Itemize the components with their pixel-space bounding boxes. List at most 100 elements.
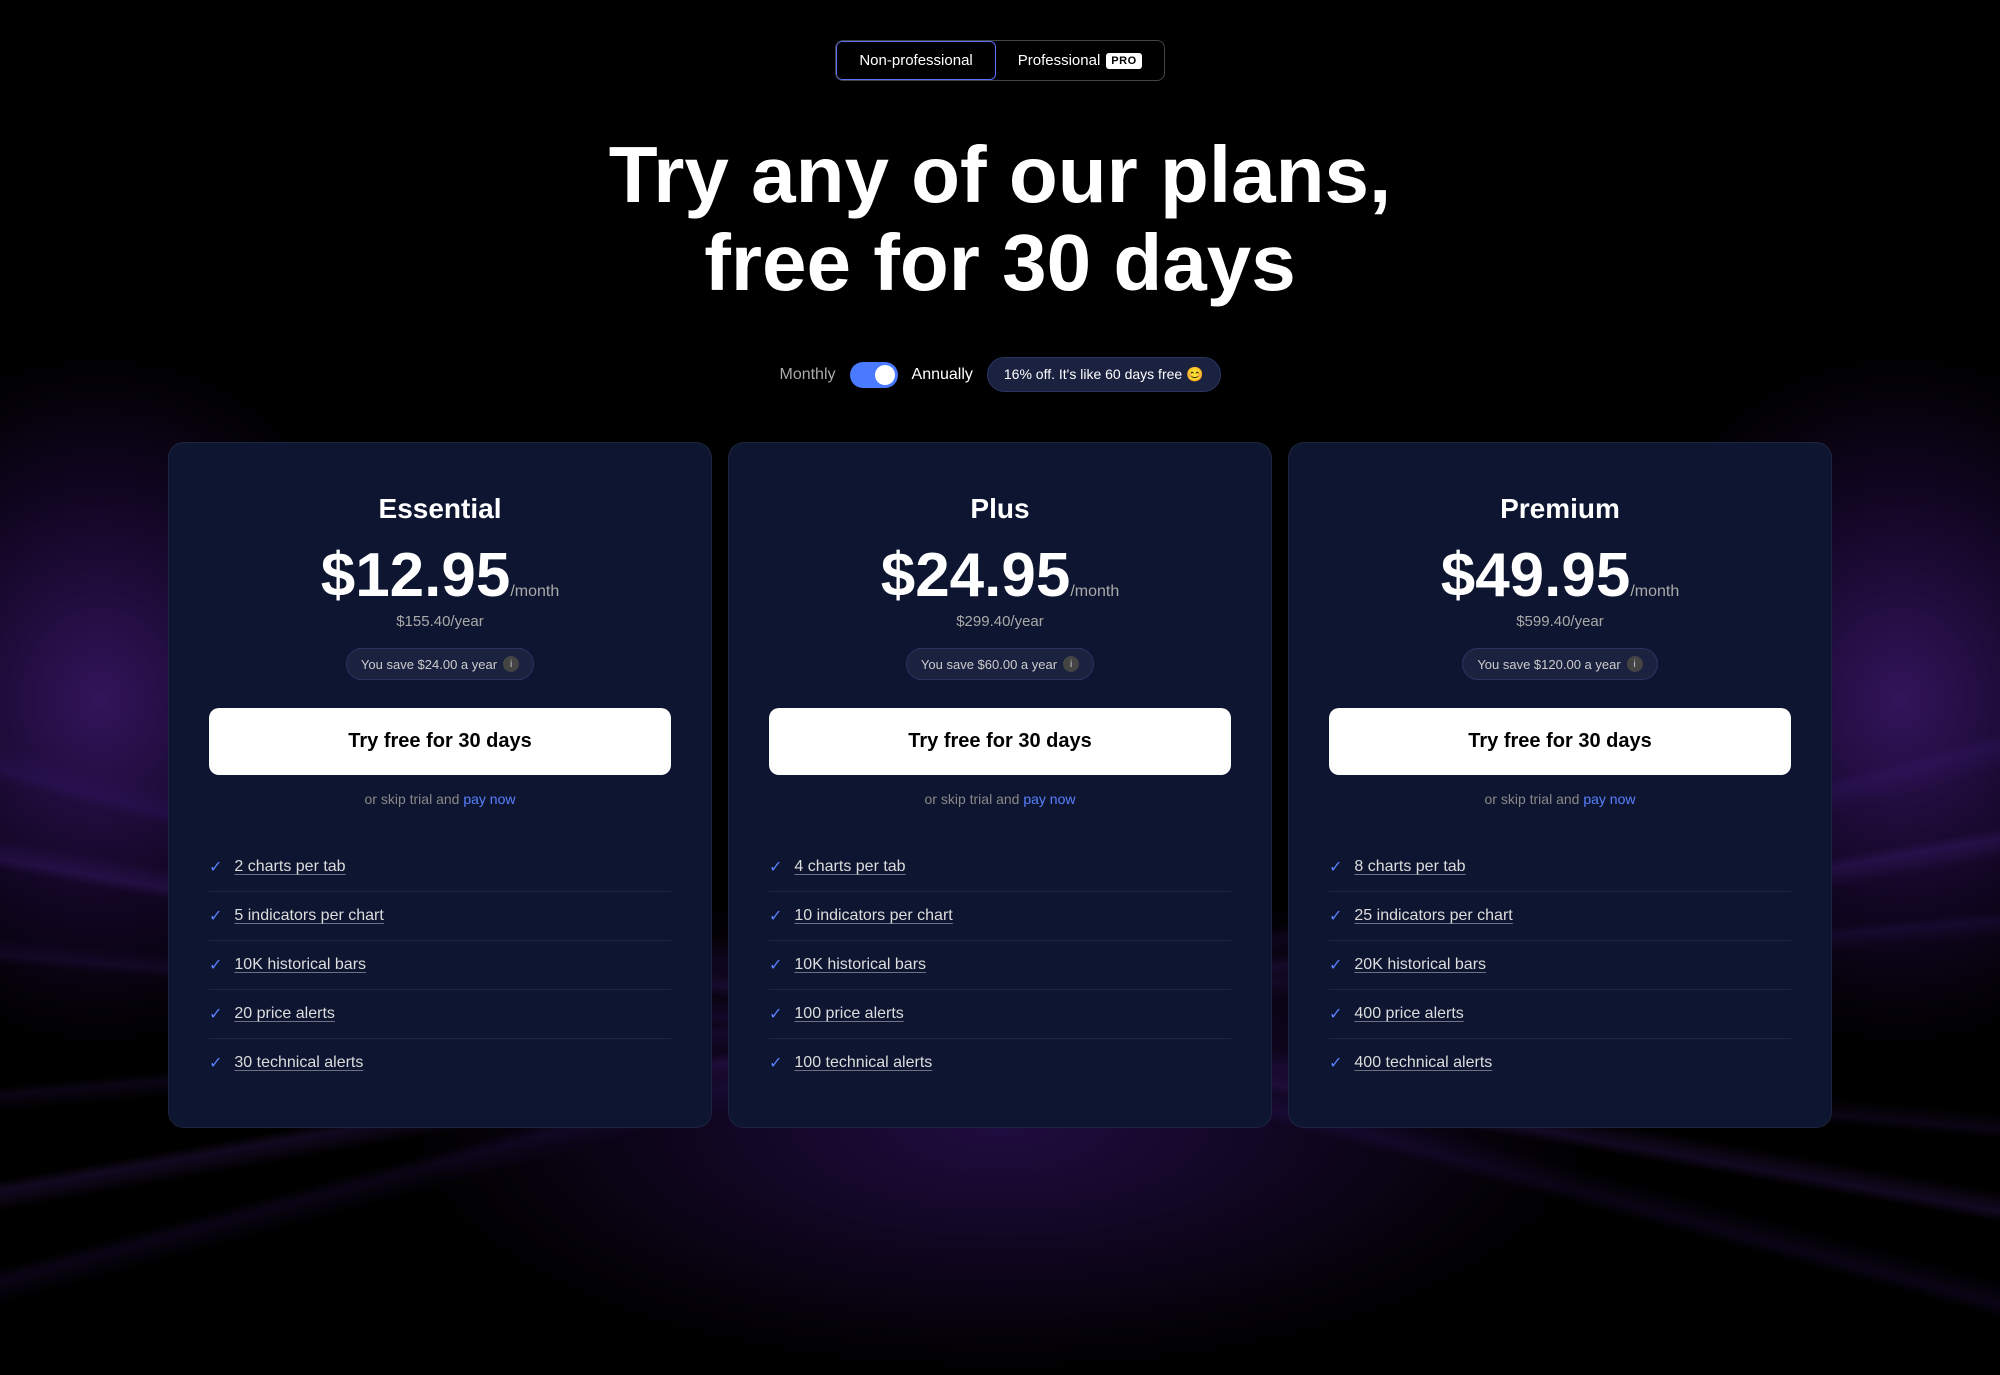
feature-item: ✓ 100 technical alerts: [769, 1039, 1231, 1087]
pro-badge: PRO: [1106, 53, 1141, 69]
cta-button[interactable]: Try free for 30 days: [209, 708, 671, 775]
feature-text: 4 charts per tab: [794, 858, 905, 876]
check-icon: ✓: [769, 955, 782, 975]
nonprofessional-tab[interactable]: Non-professional: [836, 41, 995, 80]
feature-item: ✓ 2 charts per tab: [209, 843, 671, 892]
hero-line1: Try any of our plans,: [609, 130, 1391, 219]
skip-trial-text: or skip trial and pay now: [209, 791, 671, 807]
plan-price: $24.95: [881, 541, 1071, 610]
check-icon: ✓: [209, 955, 222, 975]
plan-name: Plus: [769, 493, 1231, 525]
feature-text: 400 price alerts: [1354, 1005, 1463, 1023]
feature-item: ✓ 100 price alerts: [769, 990, 1231, 1039]
feature-item: ✓ 4 charts per tab: [769, 843, 1231, 892]
feature-item: ✓ 20 price alerts: [209, 990, 671, 1039]
skip-trial-text: or skip trial and pay now: [769, 791, 1231, 807]
plan-year-price: $155.40/year: [209, 613, 671, 630]
info-icon[interactable]: i: [503, 656, 519, 672]
feature-text: 2 charts per tab: [234, 858, 345, 876]
plan-type-toggle: Non-professional Professional PRO: [835, 40, 1164, 81]
feature-item: ✓ 30 technical alerts: [209, 1039, 671, 1087]
plan-price-row: $12.95/month: [209, 545, 671, 607]
check-icon: ✓: [1329, 1004, 1342, 1024]
savings-wrap: You save $120.00 a year i: [1329, 648, 1791, 708]
check-icon: ✓: [1329, 1053, 1342, 1073]
plan-card-plus: Plus $24.95/month $299.40/year You save …: [728, 442, 1272, 1128]
feature-text: 10 indicators per chart: [794, 907, 952, 925]
savings-text: You save $60.00 a year: [921, 657, 1057, 672]
savings-badge: You save $120.00 a year i: [1462, 648, 1657, 680]
plan-name: Premium: [1329, 493, 1791, 525]
plan-period: /month: [1070, 583, 1119, 600]
monthly-label: Monthly: [779, 366, 835, 384]
check-icon: ✓: [209, 906, 222, 926]
plan-price-row: $24.95/month: [769, 545, 1231, 607]
plan-price-row: $49.95/month: [1329, 545, 1791, 607]
hero-heading: Try any of our plans, free for 30 days: [609, 131, 1391, 307]
background: Non-professional Professional PRO Try an…: [0, 0, 2000, 1375]
main-content: Non-professional Professional PRO Try an…: [0, 0, 2000, 1128]
feature-text: 20K historical bars: [1354, 956, 1486, 974]
savings-text: You save $120.00 a year: [1477, 657, 1620, 672]
check-icon: ✓: [769, 857, 782, 877]
toggle-knob: [875, 365, 895, 385]
discount-badge: 16% off. It's like 60 days free 😊: [987, 357, 1221, 392]
plan-year-price: $299.40/year: [769, 613, 1231, 630]
feature-text: 400 technical alerts: [1354, 1054, 1492, 1072]
hero-line2: free for 30 days: [704, 218, 1295, 307]
feature-text: 8 charts per tab: [1354, 858, 1465, 876]
plan-period: /month: [510, 583, 559, 600]
plan-card-premium: Premium $49.95/month $599.40/year You sa…: [1288, 442, 1832, 1128]
plans-container: Essential $12.95/month $155.40/year You …: [160, 442, 1840, 1128]
cta-button[interactable]: Try free for 30 days: [1329, 708, 1791, 775]
feature-text: 100 technical alerts: [794, 1054, 932, 1072]
savings-badge: You save $60.00 a year i: [906, 648, 1094, 680]
pay-now-link[interactable]: pay now: [463, 791, 515, 807]
plan-name: Essential: [209, 493, 671, 525]
skip-trial-text: or skip trial and pay now: [1329, 791, 1791, 807]
pro-tab-label: Professional: [1018, 52, 1101, 69]
feature-item: ✓ 10K historical bars: [769, 941, 1231, 990]
feature-item: ✓ 10K historical bars: [209, 941, 671, 990]
savings-badge: You save $24.00 a year i: [346, 648, 534, 680]
plan-price: $49.95: [1441, 541, 1631, 610]
features-list: ✓ 2 charts per tab ✓ 5 indicators per ch…: [209, 843, 671, 1087]
cta-button[interactable]: Try free for 30 days: [769, 708, 1231, 775]
check-icon: ✓: [209, 1004, 222, 1024]
plan-period: /month: [1630, 583, 1679, 600]
feature-item: ✓ 8 charts per tab: [1329, 843, 1791, 892]
check-icon: ✓: [1329, 857, 1342, 877]
feature-text: 5 indicators per chart: [234, 907, 383, 925]
annually-label: Annually: [912, 366, 973, 384]
feature-text: 10K historical bars: [234, 956, 366, 974]
feature-item: ✓ 400 price alerts: [1329, 990, 1791, 1039]
feature-text: 10K historical bars: [794, 956, 926, 974]
pay-now-link[interactable]: pay now: [1583, 791, 1635, 807]
info-icon[interactable]: i: [1627, 656, 1643, 672]
check-icon: ✓: [769, 1053, 782, 1073]
feature-item: ✓ 400 technical alerts: [1329, 1039, 1791, 1087]
feature-item: ✓ 5 indicators per chart: [209, 892, 671, 941]
info-icon[interactable]: i: [1063, 656, 1079, 672]
check-icon: ✓: [1329, 906, 1342, 926]
plan-year-price: $599.40/year: [1329, 613, 1791, 630]
feature-item: ✓ 25 indicators per chart: [1329, 892, 1791, 941]
features-list: ✓ 4 charts per tab ✓ 10 indicators per c…: [769, 843, 1231, 1087]
billing-toggle[interactable]: [850, 362, 898, 388]
professional-tab[interactable]: Professional PRO: [996, 41, 1164, 80]
check-icon: ✓: [1329, 955, 1342, 975]
feature-item: ✓ 10 indicators per chart: [769, 892, 1231, 941]
feature-text: 30 technical alerts: [234, 1054, 363, 1072]
check-icon: ✓: [209, 857, 222, 877]
plan-card-essential: Essential $12.95/month $155.40/year You …: [168, 442, 712, 1128]
savings-wrap: You save $24.00 a year i: [209, 648, 671, 708]
check-icon: ✓: [209, 1053, 222, 1073]
billing-toggle-row: Monthly Annually 16% off. It's like 60 d…: [779, 357, 1220, 392]
savings-text: You save $24.00 a year: [361, 657, 497, 672]
feature-text: 20 price alerts: [234, 1005, 335, 1023]
check-icon: ✓: [769, 1004, 782, 1024]
feature-text: 25 indicators per chart: [1354, 907, 1512, 925]
features-list: ✓ 8 charts per tab ✓ 25 indicators per c…: [1329, 843, 1791, 1087]
plan-price: $12.95: [321, 541, 511, 610]
pay-now-link[interactable]: pay now: [1023, 791, 1075, 807]
